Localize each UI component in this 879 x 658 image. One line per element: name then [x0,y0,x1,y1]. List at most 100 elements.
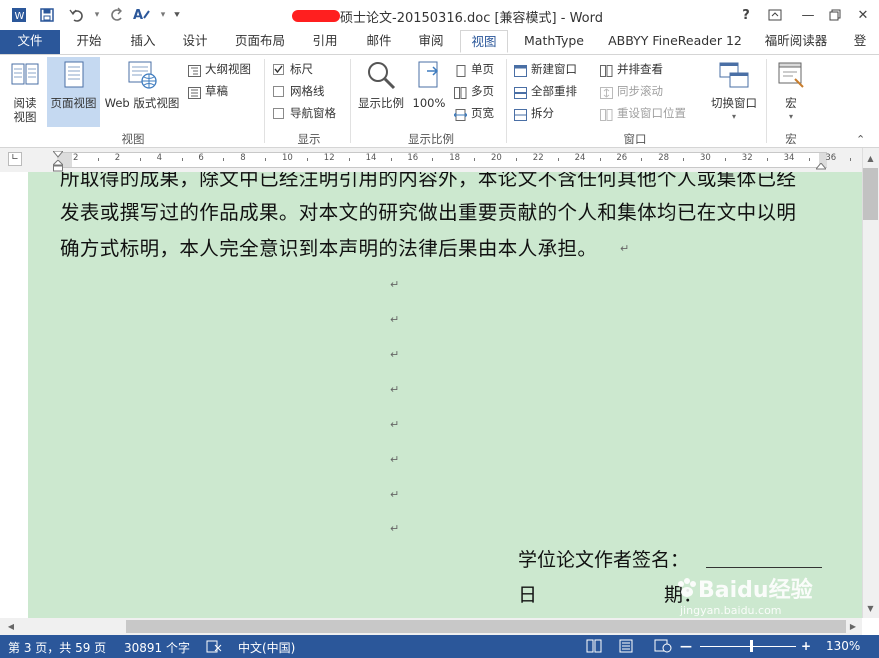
tab-mailings[interactable]: 邮件 [356,30,402,54]
outline-button[interactable]: 大纲视图 [188,59,251,79]
multi-page-button[interactable]: 多页 [454,81,494,101]
scroll-down-icon[interactable]: ▼ [863,602,878,616]
collapse-ribbon-icon[interactable]: ⌃ [856,133,865,146]
print-layout-icon [47,59,100,94]
tab-view[interactable]: 视图 [460,30,508,53]
tab-layout[interactable]: 页面布局 [228,30,292,54]
tab-abbyy[interactable]: ABBYY FineReader 12 [604,30,746,54]
ruler-tick [306,158,308,161]
zoom-in-button[interactable]: + [801,639,811,653]
draft-button[interactable]: 草稿 [188,81,228,101]
ruler-checkbox[interactable]: 标尺 [273,59,313,79]
word-logo-icon: W [8,4,30,26]
ruler-tick [348,158,350,161]
ruler-number: 22 [532,153,544,163]
separator [766,59,767,143]
ruler-tick [599,158,601,161]
draft-icon [188,85,201,99]
macros-button[interactable]: 宏 ▾ [772,57,810,124]
print-layout-button[interactable]: 页面视图 [47,57,100,127]
paragraph-mark: ↵ [390,453,400,466]
zoom-100-icon [410,59,448,94]
page-count[interactable]: 第 3 页，共 59 页 [8,639,106,656]
read-mode-label-1: 阅读 [13,96,37,110]
zoom-level[interactable]: 130% [826,639,860,653]
vertical-scroll-thumb[interactable] [863,168,878,220]
ruler-number: 34 [783,153,795,163]
one-page-button[interactable]: 单页 [454,59,494,79]
split-button[interactable]: 拆分 [514,103,554,123]
ruler-tick [683,158,685,161]
side-by-side-button[interactable]: 并排查看 [600,59,663,79]
gridlines-checkbox[interactable]: 网格线 [273,81,325,101]
scroll-left-icon[interactable]: ◀ [4,620,18,633]
page-width-button[interactable]: 页宽 [453,103,494,123]
horizontal-ruler[interactable]: 22468101214161820222426283032343638 [57,152,878,168]
zoom-button[interactable]: 显示比例 [354,57,408,110]
zoom-100-button[interactable]: 100% [410,57,448,110]
tab-foxit[interactable]: 福昕阅读器 [756,30,836,54]
tab-references[interactable]: 引用 [302,30,348,54]
save-icon[interactable] [36,4,58,26]
read-mode-button[interactable]: 阅读 视图 [6,57,44,124]
help-button[interactable]: ? [733,4,759,26]
read-mode-view-icon[interactable] [586,639,602,656]
tab-signin[interactable]: 登 [848,30,872,54]
scroll-up-icon[interactable]: ▲ [863,152,878,166]
document-page[interactable]: 所取得的成果，除文中已经注明引用的内容外，本论文不含任何其他个人或集体已经 发表… [28,172,862,618]
multi-page-label: 多页 [471,84,494,98]
ruler-number: 24 [574,153,586,163]
customize-qat-icon[interactable]: ⯆ [166,4,188,26]
print-layout-label: 页面视图 [50,96,97,110]
baidu-brand: Baidu经验 [698,578,813,603]
split-label: 拆分 [531,106,554,120]
new-window-button[interactable]: 新建窗口 [514,59,577,79]
tab-mathtype[interactable]: MathType [516,30,592,54]
close-button[interactable]: ✕ [850,4,876,26]
tab-insert[interactable]: 插入 [120,30,166,54]
nav-pane-checkbox[interactable]: 导航窗格 [273,103,336,123]
undo-icon[interactable] [66,4,88,26]
ruler-tick [515,158,517,161]
arrange-all-button[interactable]: 全部重排 [514,81,577,101]
window-group-label: 窗口 [623,132,647,146]
sync-scroll-button[interactable]: 同步滚动 [600,81,663,101]
separator [350,59,351,143]
restore-icon[interactable] [822,4,848,26]
print-layout-view-icon[interactable] [618,639,634,656]
ruler-tick [223,158,225,161]
proofing-icon[interactable] [206,639,222,656]
ruler-number: 10 [282,153,293,163]
web-layout-view-icon[interactable] [654,639,672,656]
zoom-slider-thumb[interactable] [750,640,753,652]
tab-review[interactable]: 审阅 [408,30,454,54]
zoom-out-button[interactable]: — [680,639,692,653]
gridlines-label: 网格线 [290,84,325,98]
switch-window-label: 切换窗口 [711,96,757,110]
word-count[interactable]: 30891 个字 [124,639,190,656]
undo-dropdown-icon[interactable]: ▾ [86,4,108,26]
ruler-tick [557,158,559,161]
web-layout-label: Web 版式视图 [104,96,180,110]
reset-position-button[interactable]: 重设窗口位置 [600,103,686,123]
ribbon-display-options-icon[interactable] [762,4,788,26]
ruler-marks: 22468101214161820222426283032343638 [57,153,878,167]
separator [264,59,265,143]
web-layout-button[interactable]: Web 版式视图 [102,57,182,110]
paragraph-mark: ↵ [390,488,400,501]
tab-home[interactable]: 开始 [66,30,112,54]
tab-design[interactable]: 设计 [172,30,218,54]
multi-page-icon [454,85,467,99]
ruler-tick [432,158,434,161]
zoom-slider[interactable] [700,646,796,647]
gridlines-check-icon [273,85,284,97]
tab-selector-icon[interactable]: ∟ [8,152,22,166]
switch-window-button[interactable]: 切换窗口 ▾ [706,57,762,124]
horizontal-scroll-thumb[interactable] [126,620,846,633]
tab-file[interactable]: 文件 [0,30,60,54]
redo-icon[interactable] [106,4,128,26]
language[interactable]: 中文(中国) [238,639,295,656]
scroll-right-icon[interactable]: ▶ [846,620,860,633]
minimize-button[interactable]: — [795,4,821,26]
ruler-tick [850,158,852,161]
